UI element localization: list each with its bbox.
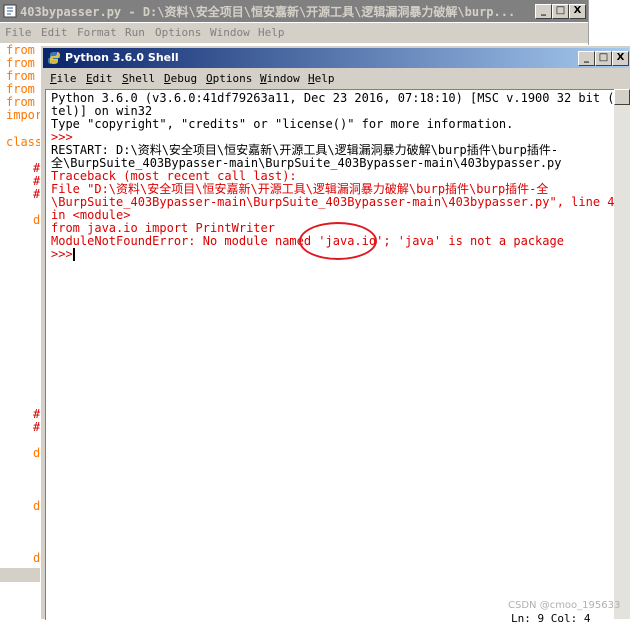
watermark: CSDN @cmoo_195633 <box>508 600 621 611</box>
shell-menu-file[interactable]: File <box>50 72 77 85</box>
editor-menu-file[interactable]: File <box>5 26 32 39</box>
python-logo-icon <box>48 52 60 64</box>
shell-output-area[interactable]: Python 3.6.0 (v3.6.0:41df79263a11, Dec 2… <box>45 89 614 620</box>
shell-vertical-scrollbar[interactable] <box>614 89 630 619</box>
shell-menu-help[interactable]: Help <box>308 72 335 85</box>
scrollbar-thumb[interactable] <box>614 89 630 105</box>
shell-line: >>> <box>51 247 73 261</box>
python-file-icon <box>3 4 17 18</box>
shell-menu-window[interactable]: Window <box>260 72 300 85</box>
python-shell-window[interactable]: Python 3.6.0 Shell _ □ X File Edit Shell… <box>40 45 630 625</box>
shell-maximize-button[interactable]: □ <box>595 51 612 66</box>
editor-maximize-button[interactable]: □ <box>552 4 569 19</box>
text-cursor <box>73 248 75 261</box>
shell-menu-shell[interactable]: Shell <box>122 72 155 85</box>
shell-title: Python 3.6.0 Shell <box>65 51 179 64</box>
code-fragment: from <box>6 43 35 57</box>
editor-close-button[interactable]: X <box>569 4 586 19</box>
shell-menu-bar: File Edit Shell Debug Options Window Hel… <box>43 69 629 89</box>
code-fragment: from <box>6 95 35 109</box>
code-fragment: from <box>6 69 35 83</box>
editor-menu-bar: File Edit Format Run Options Window Help <box>0 23 588 43</box>
shell-title-bar[interactable]: Python 3.6.0 Shell _ □ X <box>43 48 629 68</box>
shell-close-button[interactable]: X <box>612 51 629 66</box>
status-line-col: Ln: 9 Col: 4 <box>511 612 591 625</box>
shell-menu-debug[interactable]: Debug <box>164 72 197 85</box>
editor-title-bar[interactable]: 403bypasser.py - D:\资料\安全项目\恒安嘉新\开源工具\逻辑… <box>0 0 588 22</box>
annotation-circle <box>299 222 377 260</box>
editor-menu-window[interactable]: Window <box>210 26 250 39</box>
editor-menu-format[interactable]: Format <box>77 26 117 39</box>
shell-menu-edit[interactable]: Edit <box>86 72 113 85</box>
code-fragment: from <box>6 82 35 96</box>
code-fragment: impor <box>6 108 43 122</box>
code-fragment: from <box>6 56 35 70</box>
code-fragment: class <box>6 135 43 149</box>
editor-menu-edit[interactable]: Edit <box>41 26 68 39</box>
editor-code-area[interactable]: from from from from from impor class # #… <box>0 43 43 568</box>
shell-line: \BurpSuite_403Bypasser-main\BurpSuite_40… <box>51 195 614 209</box>
shell-line: Type "copyright", "credits" or "license(… <box>51 117 514 131</box>
shell-minimize-button[interactable]: _ <box>578 51 595 66</box>
editor-minimize-button[interactable]: _ <box>535 4 552 19</box>
editor-menu-help[interactable]: Help <box>258 26 285 39</box>
editor-horizontal-scrollbar[interactable] <box>0 568 40 582</box>
editor-menu-run[interactable]: Run <box>125 26 145 39</box>
shell-menu-options[interactable]: Options <box>206 72 252 85</box>
editor-title: 403bypasser.py - D:\资料\安全项目\恒安嘉新\开源工具\逻辑… <box>20 5 516 19</box>
editor-menu-options[interactable]: Options <box>155 26 201 39</box>
